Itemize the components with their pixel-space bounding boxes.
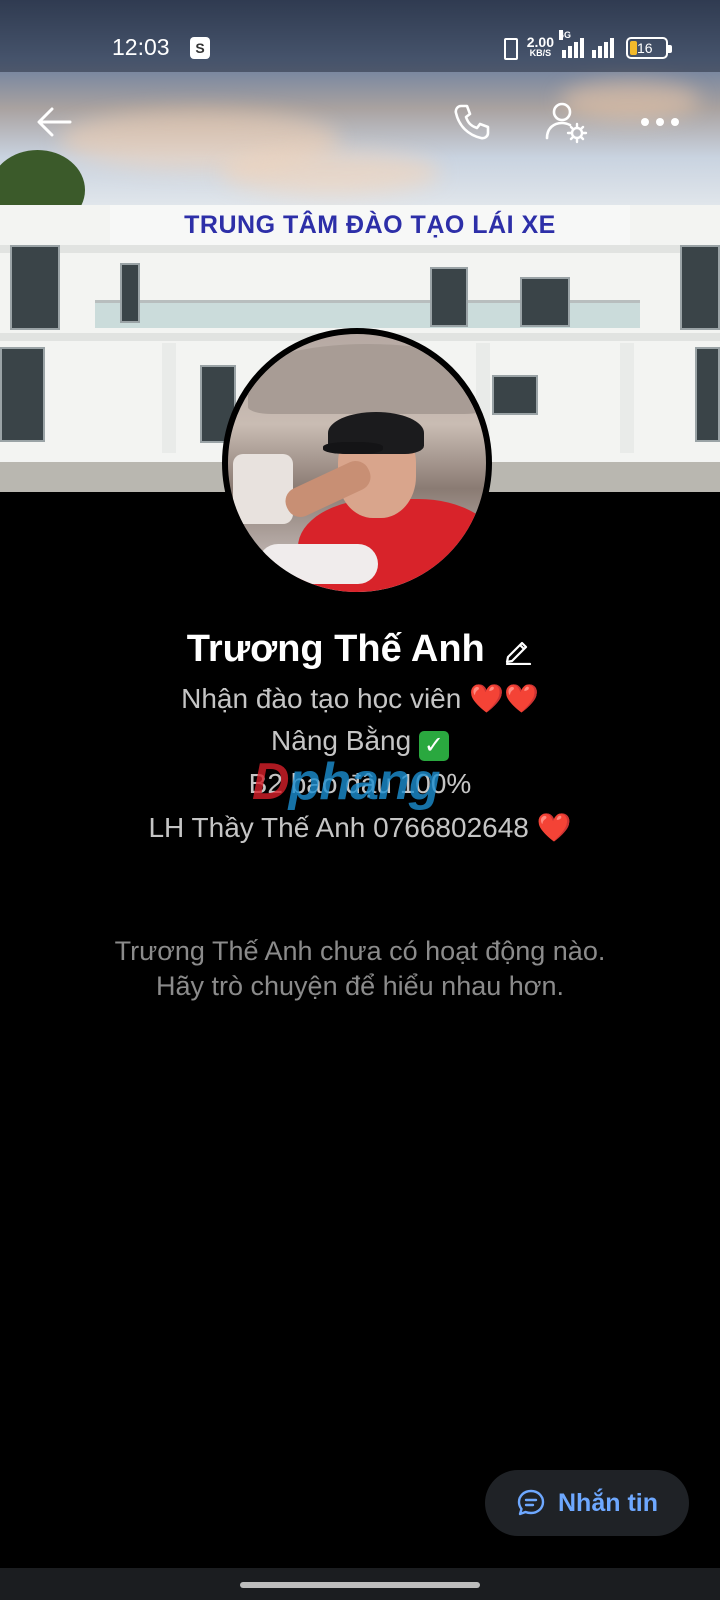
column	[620, 343, 634, 453]
network-speed: 2.00 KB/S	[526, 34, 554, 59]
building-sign: TRUNG TÂM ĐÀO TẠO LÁI XE	[184, 211, 556, 239]
bio-text: LH Thầy Thế Anh 0766802648	[148, 812, 529, 843]
profile-screen: TRUNG TÂM ĐÀO TẠO LÁI XE 12:03 S 2.00 KB…	[0, 0, 720, 1600]
cover-cloud	[220, 150, 440, 195]
battery-fill	[630, 41, 637, 55]
message-button[interactable]: Nhắn tin	[485, 1470, 689, 1536]
shopping-bag-icon: S	[190, 37, 210, 59]
profile-name: Trương Thế Anh	[186, 628, 485, 670]
empty-activity-line2: Hãy trò chuyện để hiểu nhau hơn.	[156, 971, 564, 1001]
status-time: 12:03	[112, 34, 170, 60]
signal-icon	[592, 38, 614, 58]
message-button-label: Nhắn tin	[558, 1488, 658, 1517]
network-type: 4G	[559, 30, 572, 40]
heart-emoji: ❤️❤️	[469, 683, 539, 714]
signal-4g-icon: 4G	[559, 30, 584, 58]
back-arrow-icon	[37, 107, 72, 137]
avatar-cap-brim	[323, 442, 383, 454]
avatar-sleeve	[258, 544, 378, 584]
window	[695, 347, 720, 442]
call-button[interactable]	[446, 96, 498, 148]
window	[492, 375, 538, 415]
network-speed-unit: KB/S	[529, 48, 552, 58]
back-button[interactable]	[28, 96, 80, 148]
user-settings-icon	[545, 102, 588, 144]
more-options-button[interactable]	[634, 96, 686, 148]
bio-line-1: Nhận đào tạo học viên ❤️❤️	[0, 682, 720, 715]
battery-level: 16	[637, 40, 653, 56]
window	[10, 245, 60, 330]
column	[162, 343, 176, 453]
floor-line	[0, 245, 720, 253]
watermark-part2: phang	[288, 753, 441, 811]
home-gesture-handle[interactable]	[240, 1582, 480, 1588]
chat-bubble-icon	[517, 1489, 545, 1516]
window	[520, 277, 570, 327]
battery-cap	[668, 45, 672, 53]
phone-icon	[454, 104, 490, 140]
bio-line-4: LH Thầy Thế Anh 0766802648 ❤️	[0, 811, 720, 844]
avatar[interactable]	[222, 328, 492, 598]
profile-settings-button[interactable]	[540, 96, 592, 148]
watermark-logo: Dphang	[252, 752, 441, 812]
edit-pencil-icon[interactable]	[503, 635, 533, 665]
empty-activity-line1: Trương Thế Anh chưa có hoạt động nào.	[114, 936, 606, 966]
battery-icon: 16	[626, 37, 672, 59]
window	[120, 263, 140, 323]
status-bar: 12:03 S 2.00 KB/S 4G 16	[0, 0, 720, 72]
watermark-part1: D	[252, 753, 290, 811]
avatar-car-ceiling	[248, 344, 486, 414]
window	[430, 267, 468, 327]
heart-emoji: ❤️	[536, 812, 572, 843]
status-icons: 2.00 KB/S 4G 16	[499, 30, 672, 62]
network-speed-value: 2.00	[526, 34, 554, 50]
profile-name-row: Trương Thế Anh	[0, 628, 720, 671]
window	[680, 245, 720, 330]
more-dots-icon	[641, 118, 679, 126]
bio-text: Nhận đào tạo học viên	[181, 683, 462, 714]
vibrate-icon	[499, 37, 519, 60]
avatar-car-window	[233, 454, 293, 524]
window	[0, 347, 45, 442]
